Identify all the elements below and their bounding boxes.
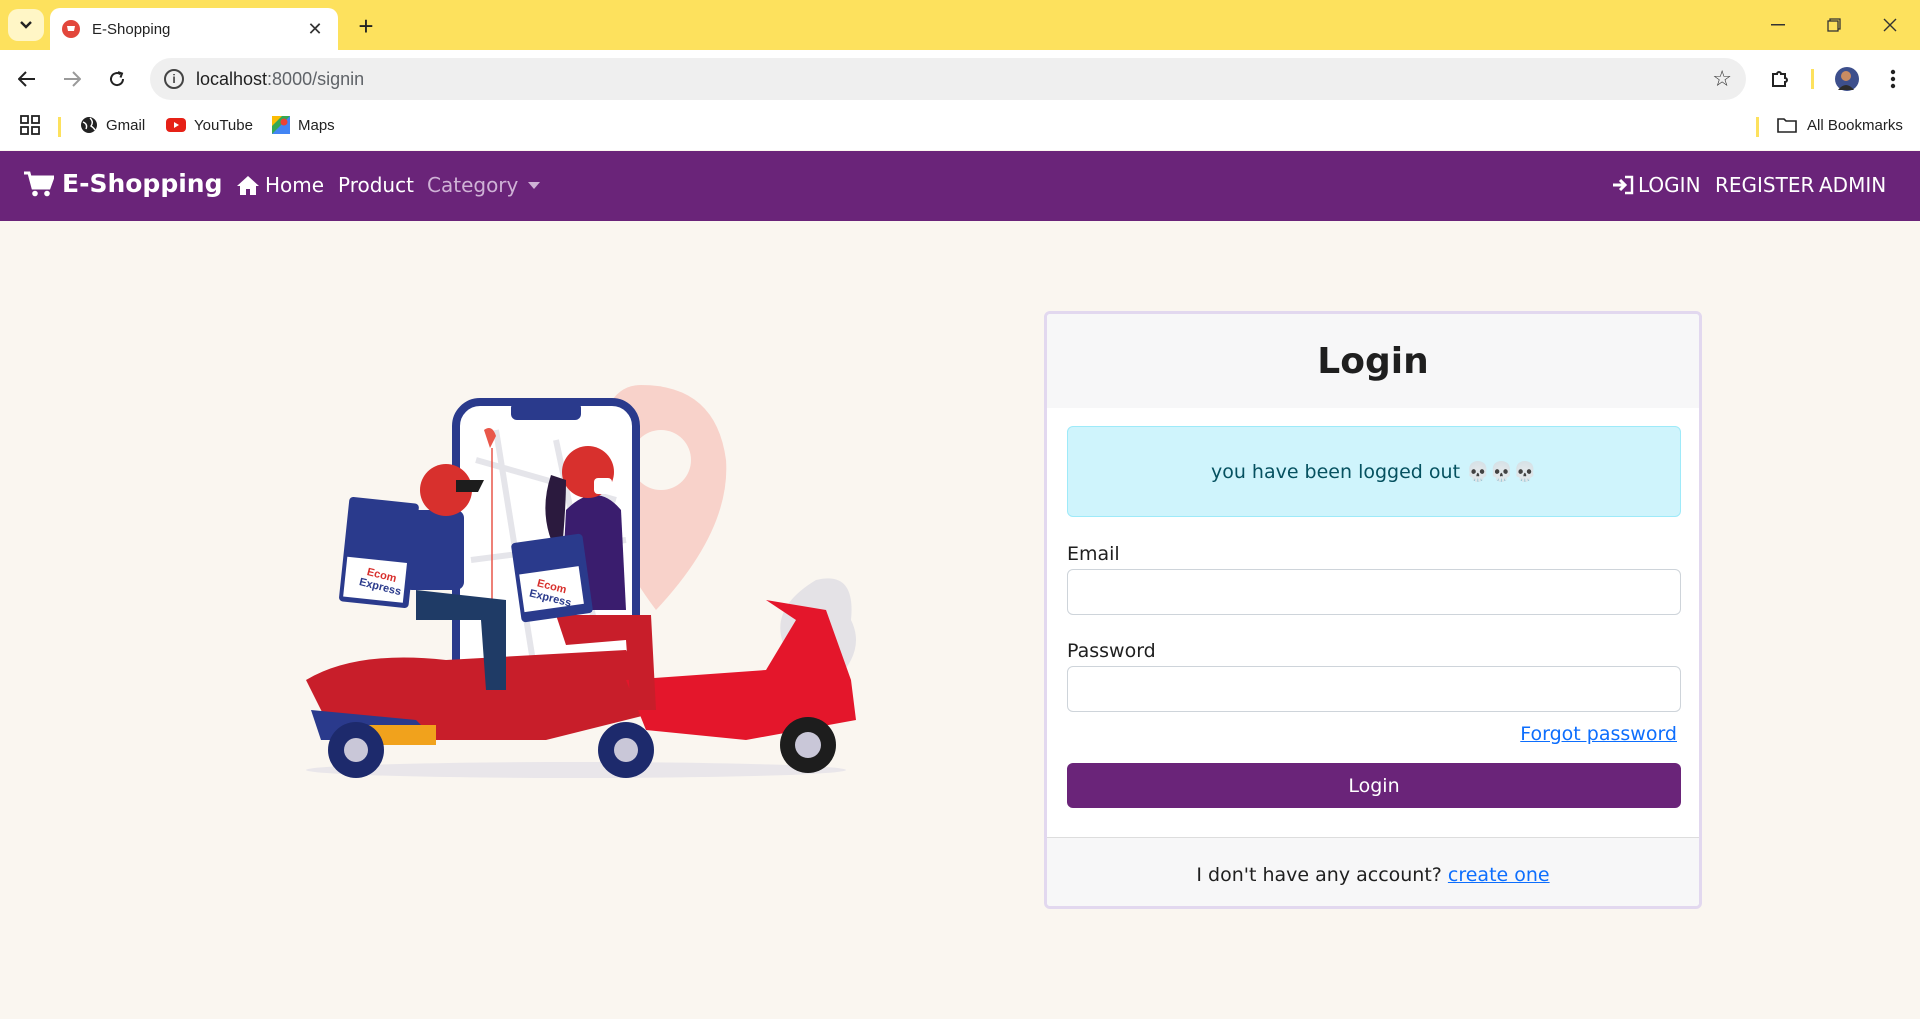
youtube-icon — [166, 118, 186, 132]
nav-category-label: Category — [427, 173, 519, 197]
browser-toolbar: i localhost:8000/signin ☆ — [0, 50, 1920, 108]
bookmarks-divider — [58, 117, 61, 137]
folder-icon — [1777, 118, 1797, 133]
browser-tab[interactable]: E-Shopping ✕ — [50, 8, 338, 50]
chevron-down-icon — [20, 21, 32, 29]
no-account-text: I don't have any account? — [1196, 864, 1442, 886]
nav-register-link[interactable]: REGISTER — [1715, 173, 1814, 197]
password-field[interactable] — [1067, 666, 1681, 712]
profile-avatar[interactable] — [1830, 62, 1864, 96]
nav-login-link[interactable]: LOGIN — [1612, 173, 1701, 197]
login-card-header: Login — [1047, 314, 1699, 408]
login-submit-button[interactable]: Login — [1067, 763, 1681, 808]
shopping-favicon-icon — [62, 20, 80, 38]
tab-close-icon[interactable]: ✕ — [304, 19, 326, 40]
all-bookmarks-label: All Bookmarks — [1807, 116, 1903, 134]
brand-name: E-Shopping — [62, 169, 223, 198]
sign-in-icon — [1613, 175, 1634, 195]
create-account-link[interactable]: create one — [1448, 864, 1550, 886]
bookmark-maps[interactable]: Maps — [272, 108, 335, 142]
nav-product-label: Product — [338, 173, 414, 197]
bookmark-label: Gmail — [106, 116, 146, 134]
menu-kebab-icon[interactable] — [1876, 62, 1910, 96]
nav-home-link[interactable]: Home — [236, 173, 324, 197]
login-card-footer: I don't have any account? create one — [1047, 837, 1699, 906]
password-label: Password — [1067, 640, 1156, 662]
login-card: Login you have been logged out 💀💀💀 Email… — [1044, 311, 1702, 909]
tab-title: E-Shopping — [92, 20, 171, 38]
apps-grid-icon[interactable] — [20, 108, 40, 142]
tab-search-button[interactable] — [8, 9, 44, 41]
restore-icon[interactable] — [1806, 0, 1862, 50]
bookmark-youtube[interactable]: YouTube — [166, 108, 253, 142]
logout-alert: you have been logged out 💀💀💀 — [1067, 426, 1681, 517]
address-bar[interactable]: i localhost:8000/signin ☆ — [150, 58, 1746, 100]
nav-home-label: Home — [265, 173, 325, 197]
nav-register-label: REGISTER — [1715, 173, 1815, 197]
reload-icon[interactable] — [100, 62, 134, 96]
extensions-icon[interactable] — [1763, 62, 1797, 96]
home-icon — [237, 175, 259, 195]
bookmarks-divider-right — [1756, 117, 1759, 137]
caret-down-icon — [528, 181, 541, 189]
nav-login-label: LOGIN — [1638, 173, 1701, 197]
new-tab-icon[interactable]: + — [352, 11, 380, 41]
address-url: localhost:8000/signin — [196, 69, 365, 89]
login-title: Login — [1317, 340, 1429, 382]
maps-icon — [272, 116, 290, 134]
bookmark-gmail[interactable]: Gmail — [80, 108, 145, 142]
email-label: Email — [1067, 543, 1120, 565]
bookmark-star-icon[interactable]: ☆ — [1712, 67, 1732, 92]
browser-tab-strip: E-Shopping ✕ + — [0, 0, 1920, 50]
forgot-password-link[interactable]: Forgot password — [1520, 723, 1677, 745]
all-bookmarks[interactable]: All Bookmarks — [1777, 108, 1903, 142]
minimize-icon[interactable] — [1750, 0, 1806, 50]
email-field[interactable] — [1067, 569, 1681, 615]
brand-link[interactable]: E-Shopping — [24, 169, 223, 198]
site-navbar: E-Shopping Home Product Category LOGIN R… — [0, 151, 1920, 221]
back-icon[interactable] — [10, 62, 44, 96]
globe-icon — [81, 117, 97, 133]
nav-admin-link[interactable]: ADMIN — [1819, 173, 1886, 197]
toolbar-divider — [1811, 69, 1814, 89]
bookmark-label: YouTube — [194, 116, 253, 134]
shopping-cart-icon — [24, 171, 54, 196]
bookmarks-bar: Gmail YouTube Maps All Bookmarks — [0, 108, 1920, 150]
forward-icon[interactable] — [55, 62, 89, 96]
close-window-icon[interactable] — [1862, 0, 1918, 50]
nav-product-link[interactable]: Product — [338, 173, 414, 197]
bookmark-label: Maps — [298, 116, 335, 134]
delivery-scooter-illustration: Ecom Express Ecom Express — [306, 385, 856, 778]
site-info-icon[interactable]: i — [164, 69, 184, 89]
nav-admin-label: ADMIN — [1819, 173, 1887, 197]
nav-category-dropdown[interactable]: Category — [427, 173, 541, 197]
